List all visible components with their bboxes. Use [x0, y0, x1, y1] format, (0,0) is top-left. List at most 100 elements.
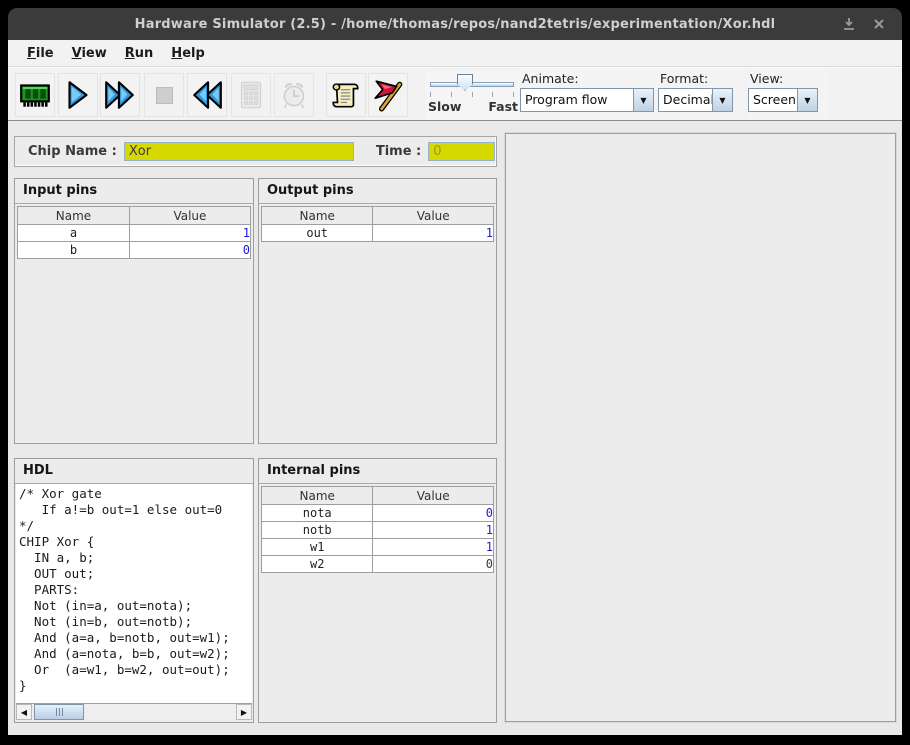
run-button[interactable] — [100, 73, 140, 117]
animate-label: Animate: — [522, 71, 579, 86]
slider-fast-label: Fast — [488, 99, 518, 114]
chip-name-bar: Chip Name : Time : — [14, 136, 497, 167]
chip-icon — [18, 78, 52, 112]
time-input — [428, 142, 495, 161]
column-header-value: Value — [373, 487, 494, 505]
run-icon — [103, 78, 137, 112]
hardware-simulator-window: Hardware Simulator (2.5) - /home/thomas/… — [0, 0, 910, 745]
pin-value[interactable]: 1 — [129, 225, 250, 242]
pin-value[interactable]: 1 — [373, 522, 494, 539]
code-line: Not (in=a, out=nota); — [19, 598, 252, 614]
column-header-name: Name — [262, 487, 373, 505]
chevron-down-icon[interactable]: ▼ — [633, 89, 653, 111]
animate-group: Animate: Program flow ▼ — [520, 68, 664, 120]
hdl-horizontal-scrollbar[interactable]: ◀ ▶ — [16, 703, 252, 721]
pin-row-out: out 1 — [262, 225, 494, 242]
menu-bar: File View Run Help — [8, 40, 902, 67]
internal-pins-table: Name Value nota 0 notb 1 w1 1 — [261, 486, 494, 573]
column-header-value: Value — [373, 207, 494, 225]
single-step-button[interactable] — [58, 73, 98, 117]
hdl-code-view[interactable]: /* Xor gate If a!=b out=1 else out=0 */ … — [16, 484, 252, 704]
minimize-button[interactable] — [838, 14, 860, 34]
internal-pins-title: Internal pins — [259, 459, 496, 484]
input-pins-table: Name Value a 1 b 0 — [17, 206, 251, 259]
pin-value[interactable]: 1 — [373, 539, 494, 556]
speed-slider-thumb[interactable] — [457, 74, 473, 91]
internal-pins-panel: Internal pins Name Value nota 0 notb 1 — [258, 458, 497, 723]
pin-name: b — [18, 242, 130, 259]
screen-view-panel — [505, 133, 896, 722]
chip-name-input[interactable] — [124, 142, 354, 161]
calculator-icon — [234, 78, 268, 112]
code-line: IN a, b; — [19, 550, 252, 566]
input-pins-panel: Input pins Name Value a 1 b 0 — [14, 178, 254, 444]
column-header-value: Value — [129, 207, 250, 225]
pin-row-b: b 0 — [18, 242, 251, 259]
stop-icon — [147, 78, 181, 112]
calculator-button — [231, 73, 271, 117]
single-step-icon — [61, 78, 95, 112]
chevron-down-icon[interactable]: ▼ — [797, 89, 817, 111]
clock-button — [274, 73, 314, 117]
speed-slider-ticks — [430, 92, 514, 98]
menu-view[interactable]: View — [63, 43, 116, 64]
animate-select[interactable]: Program flow ▼ — [520, 88, 654, 112]
pin-value[interactable]: 0 — [129, 242, 250, 259]
pin-row-w2: w2 0 — [262, 556, 494, 573]
pin-row-a: a 1 — [18, 225, 251, 242]
output-pins-table: Name Value out 1 — [261, 206, 494, 242]
scrollbar-thumb[interactable] — [34, 704, 84, 720]
slider-slow-label: Slow — [428, 99, 461, 114]
main-content: Chip Name : Time : Input pins Name Value… — [8, 121, 902, 735]
code-line: Or (a=w1, b=w2, out=out); — [19, 662, 252, 678]
pin-name: notb — [262, 522, 373, 539]
pin-value[interactable]: 0 — [373, 505, 494, 522]
menu-help[interactable]: Help — [162, 43, 213, 64]
menu-run[interactable]: Run — [116, 43, 163, 64]
load-chip-button[interactable] — [15, 73, 55, 117]
pin-name: out — [262, 225, 373, 242]
code-line: CHIP Xor { — [19, 534, 252, 550]
minimize-icon — [842, 17, 856, 31]
breakpoints-button[interactable] — [368, 73, 408, 117]
reset-icon — [190, 78, 224, 112]
code-line: If a!=b out=1 else out=0 — [19, 502, 252, 518]
breakpoint-flag-icon — [371, 78, 405, 112]
code-line: Not (in=b, out=notb); — [19, 614, 252, 630]
stop-button — [144, 73, 184, 117]
chevron-down-icon[interactable]: ▼ — [712, 89, 732, 111]
script-icon — [329, 78, 363, 112]
chip-name-label: Chip Name : — [28, 144, 117, 159]
view-label: View: — [750, 71, 783, 86]
code-line: */ — [19, 518, 252, 534]
hdl-panel: HDL /* Xor gate If a!=b out=1 else out=0… — [14, 458, 254, 723]
menu-file[interactable]: File — [18, 43, 63, 64]
scroll-right-arrow-icon[interactable]: ▶ — [236, 704, 252, 720]
column-header-name: Name — [18, 207, 130, 225]
window-title: Hardware Simulator (2.5) - /home/thomas/… — [135, 17, 776, 32]
pin-name: w1 — [262, 539, 373, 556]
close-button[interactable] — [868, 14, 890, 34]
close-icon — [873, 18, 885, 30]
reset-button[interactable] — [187, 73, 227, 117]
output-pins-panel: Output pins Name Value out 1 — [258, 178, 497, 444]
code-line: } — [19, 678, 252, 694]
view-select[interactable]: Screen ▼ — [748, 88, 818, 112]
code-line: /* Xor gate — [19, 486, 252, 502]
scroll-left-arrow-icon[interactable]: ◀ — [16, 704, 32, 720]
pin-value[interactable]: 0 — [373, 556, 494, 573]
time-label: Time : — [376, 144, 421, 159]
format-group: Format: Decimal ▼ — [658, 68, 743, 120]
input-pins-title: Input pins — [15, 179, 253, 204]
pin-value[interactable]: 1 — [373, 225, 494, 242]
toolbar: Slow Fast Animate: Program flow ▼ Format… — [8, 67, 902, 121]
pin-row-nota: nota 0 — [262, 505, 494, 522]
hdl-title: HDL — [15, 459, 253, 484]
format-select[interactable]: Decimal ▼ — [658, 88, 733, 112]
pin-row-notb: notb 1 — [262, 522, 494, 539]
pin-row-w1: w1 1 — [262, 539, 494, 556]
pin-name: w2 — [262, 556, 373, 573]
view-script-button[interactable] — [326, 73, 366, 117]
format-label: Format: — [660, 71, 708, 86]
code-line: And (a=a, b=notb, out=w1); — [19, 630, 252, 646]
